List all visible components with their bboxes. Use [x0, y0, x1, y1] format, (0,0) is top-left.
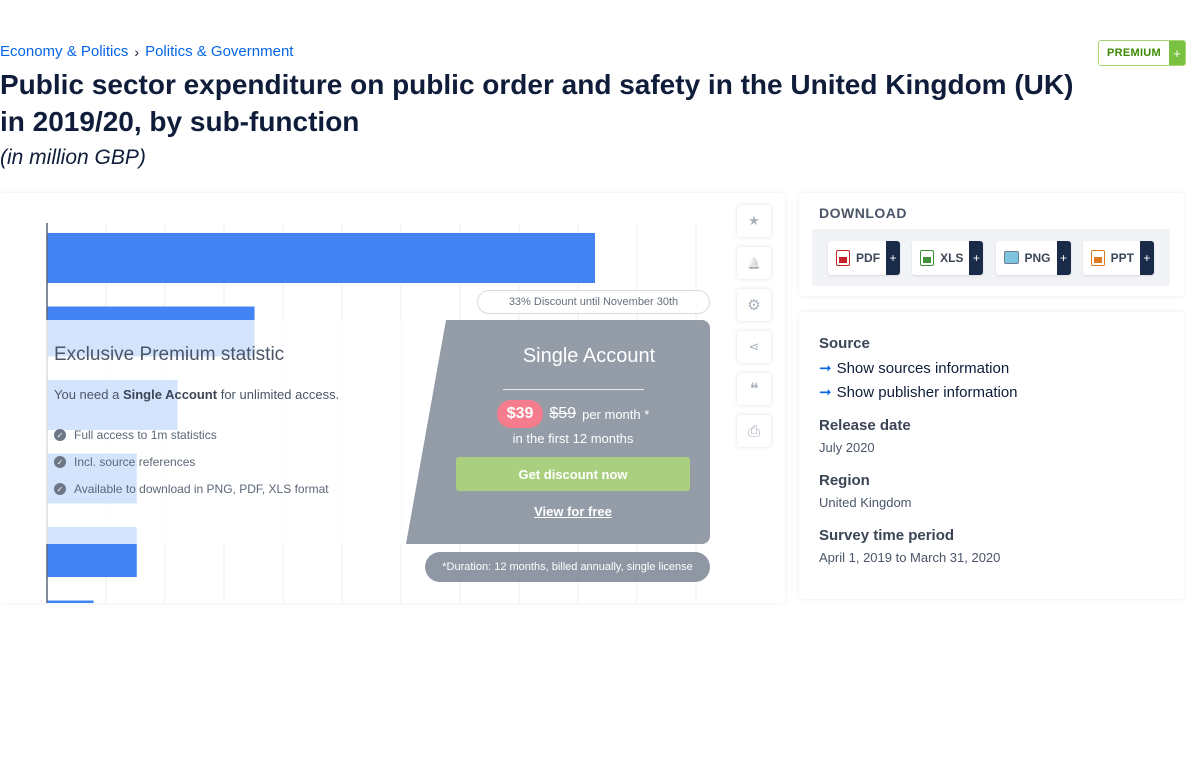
check-icon: ✓ [54, 456, 66, 468]
chart-tools: ★ 🔔 ⚙ ⋖ ❝ ⎙ [737, 205, 771, 447]
download-xls-label: XLS [940, 250, 964, 265]
feature-text: Full access to 1m statistics [74, 428, 217, 442]
download-png-button[interactable]: PNG + [995, 240, 1071, 275]
need-suffix: for unlimited access. [220, 387, 340, 402]
feature-text: Incl. source references [74, 455, 196, 469]
breadcrumb-politics-government[interactable]: Politics & Government [145, 43, 293, 60]
price-new: $39 [496, 400, 544, 428]
region-label: Region [819, 472, 870, 489]
favorite-button[interactable]: ★ [737, 205, 771, 237]
duration-note: *Duration: 12 months, billed annually, s… [425, 552, 710, 582]
get-discount-button[interactable]: Get discount now [456, 457, 690, 491]
print-icon: ⎙ [747, 422, 760, 440]
plus-icon: + [1139, 240, 1154, 275]
breadcrumb-separator: › [134, 43, 140, 60]
arrow-right-icon: ➞ [819, 360, 832, 377]
need-prefix: You need a [54, 387, 120, 402]
release-date-label: Release date [819, 417, 911, 434]
download-xls-button[interactable]: XLS + [912, 240, 984, 275]
price-period: per month * [582, 406, 650, 422]
account-title: Single Account [522, 345, 656, 367]
paywall-need-text: You need a Single Account for unlimited … [54, 387, 339, 402]
download-ppt-label: PPT [1110, 250, 1134, 265]
plus-icon: + [1056, 240, 1071, 275]
show-sources-text: Show sources information [836, 359, 1010, 377]
download-pdf-main: PDF [828, 241, 886, 275]
feature-item: ✓ Available to download in PNG, PDF, XLS … [54, 482, 329, 509]
account-divider [503, 389, 644, 390]
download-pdf-button[interactable]: PDF + [828, 240, 901, 275]
plus-icon: + [886, 240, 901, 275]
feature-text: Available to download in PNG, PDF, XLS f… [74, 482, 329, 496]
source-label: Source [819, 335, 870, 352]
price-old: $59 [549, 405, 577, 422]
premium-label: PREMIUM [1099, 41, 1169, 65]
discount-banner: 33% Discount until November 30th [477, 290, 710, 314]
breadcrumb: Economy & Politics › Politics & Governme… [0, 43, 293, 60]
quote-icon: ❝ [749, 381, 759, 398]
page-subtitle: (in million GBP) [0, 146, 146, 169]
download-ppt-button[interactable]: PPT + [1082, 240, 1154, 275]
survey-period-value: April 1, 2019 to March 31, 2020 [819, 550, 1001, 565]
download-png-label: PNG [1024, 250, 1051, 265]
png-file-icon [1003, 251, 1019, 264]
print-button[interactable]: ⎙ [737, 415, 771, 447]
bar [47, 233, 595, 283]
feature-list: ✓ Full access to 1m statistics ✓ Incl. sou… [54, 428, 329, 509]
view-for-free-link[interactable]: View for free [489, 504, 657, 519]
price-first-months: in the first 12 months [512, 431, 634, 446]
share-button[interactable]: ⋖ [737, 331, 771, 363]
survey-period-label: Survey time period [819, 527, 955, 544]
page-title: Public sector expenditure on public orde… [0, 69, 1074, 137]
show-sources-link[interactable]: ➞ Show sources information [819, 359, 1010, 378]
download-xls-main: XLS [912, 241, 969, 275]
show-publisher-link[interactable]: ➞ Show publisher information [819, 383, 1018, 402]
statistic-info-card: Source ➞ Show sources information ➞ Show… [799, 312, 1185, 599]
arrow-right-icon: ➞ [819, 384, 832, 401]
settings-button[interactable]: ⚙ [737, 289, 771, 321]
share-icon: ⋖ [748, 339, 760, 354]
download-card: DOWNLOAD PDF + XLS + PNG + PPT + [799, 193, 1185, 296]
download-png-main: PNG [996, 241, 1057, 275]
paywall-overlay: Exclusive Premium statistic You need a S… [34, 320, 710, 544]
star-icon: ★ [748, 213, 760, 228]
premium-plus-icon: + [1169, 41, 1185, 65]
premium-badge[interactable]: PREMIUM + [1098, 40, 1186, 66]
ppt-file-icon [1090, 249, 1105, 266]
feature-item: ✓ Incl. source references [54, 455, 329, 482]
download-ppt-main: PPT [1083, 241, 1140, 275]
need-account: Single Account [122, 387, 218, 402]
xls-file-icon [920, 249, 935, 266]
bar [47, 600, 94, 603]
plus-icon: + [969, 240, 984, 275]
bell-icon: 🔔 [747, 257, 761, 270]
notification-button[interactable]: 🔔 [737, 247, 771, 279]
download-buttons: PDF + XLS + PNG + PPT + [812, 229, 1170, 286]
feature-item: ✓ Full access to 1m statistics [54, 428, 329, 455]
chart-card: ★ 🔔 ⚙ ⋖ ❝ ⎙ 33% Discount until November … [0, 193, 785, 603]
download-title: DOWNLOAD [819, 205, 907, 221]
cite-button[interactable]: ❝ [737, 373, 771, 405]
check-icon: ✓ [54, 429, 66, 441]
breadcrumb-economy-politics[interactable]: Economy & Politics [0, 43, 128, 60]
release-date-value: July 2020 [819, 440, 875, 455]
paywall-heading: Exclusive Premium statistic [54, 344, 285, 365]
pdf-file-icon [836, 249, 851, 266]
region-value: United Kingdom [819, 495, 912, 510]
price-row: $39 $59 per month * [489, 400, 657, 428]
show-publisher-text: Show publisher information [836, 383, 1018, 401]
check-icon: ✓ [54, 483, 66, 495]
download-pdf-label: PDF [856, 250, 881, 265]
gear-icon: ⚙ [747, 297, 761, 314]
